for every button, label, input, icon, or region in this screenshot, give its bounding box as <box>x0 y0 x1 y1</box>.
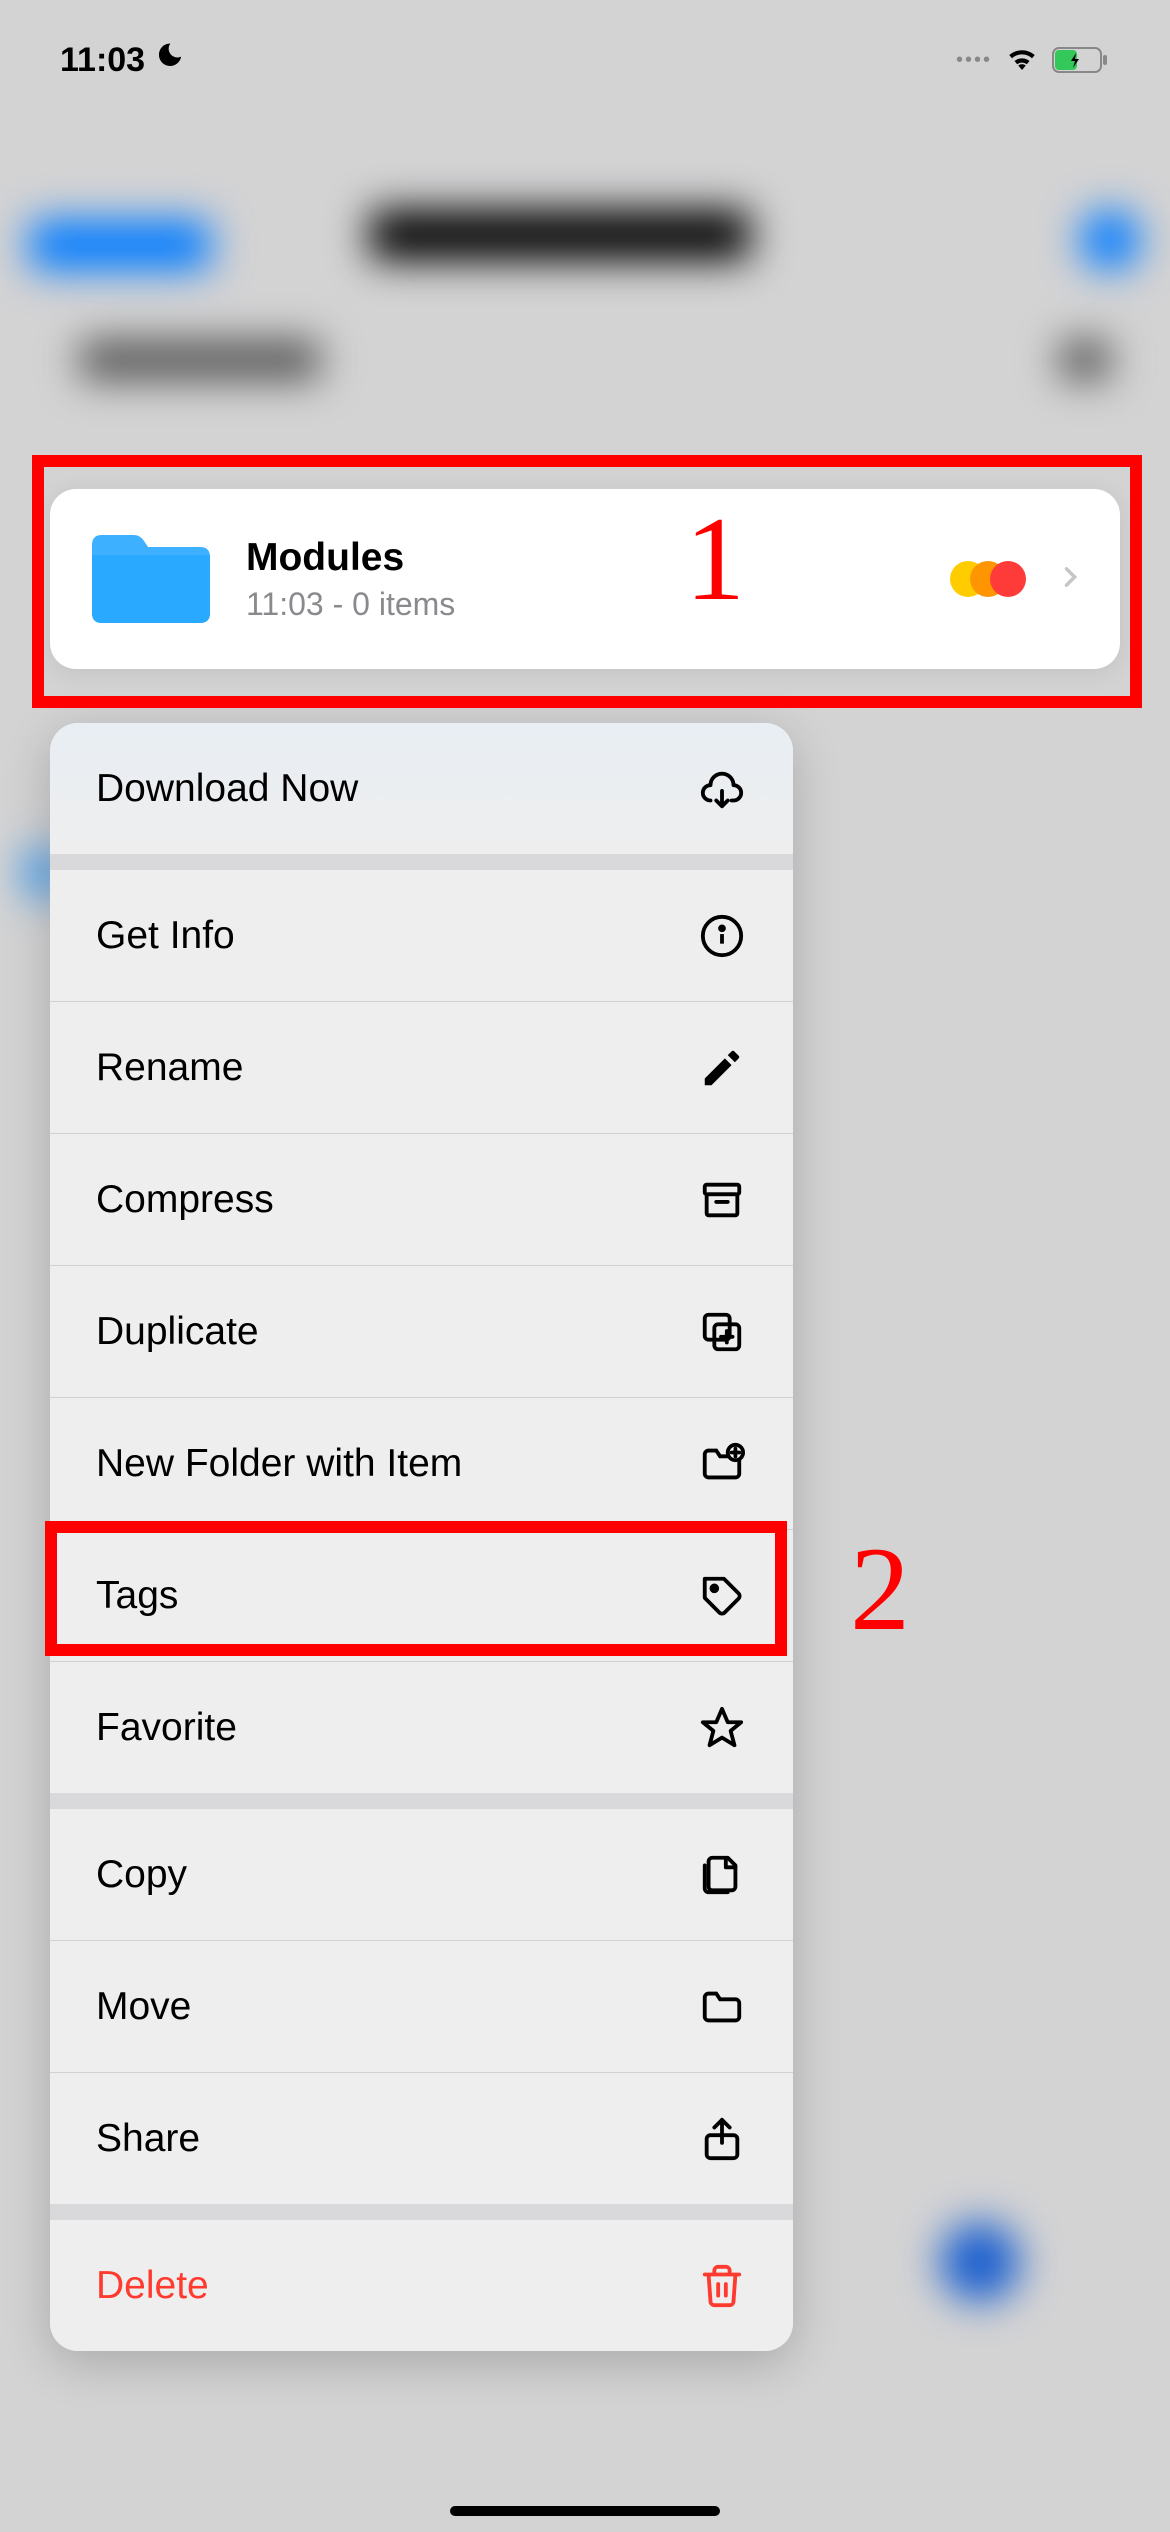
do-not-disturb-icon <box>155 41 185 79</box>
menu-copy[interactable]: Copy <box>50 1809 793 1940</box>
menu-item-label: Favorite <box>96 1706 237 1750</box>
menu-item-label: Delete <box>96 2264 209 2308</box>
duplicate-icon <box>697 1307 747 1357</box>
cellular-dots-icon: •••• <box>956 49 992 72</box>
menu-new-folder-with-item[interactable]: New Folder with Item <box>50 1398 793 1529</box>
folder-move-icon <box>697 1982 747 2032</box>
menu-item-label: Get Info <box>96 914 235 958</box>
menu-compress[interactable]: Compress <box>50 1134 793 1265</box>
menu-item-label: Tags <box>96 1574 178 1618</box>
menu-item-label: Move <box>96 1985 191 2029</box>
menu-item-label: Copy <box>96 1853 187 1897</box>
pencil-icon <box>697 1043 747 1093</box>
annotation-label-1: 1 <box>685 490 745 628</box>
menu-item-label: Compress <box>96 1178 274 1222</box>
menu-item-label: New Folder with Item <box>96 1442 462 1486</box>
menu-delete[interactable]: Delete <box>50 2220 793 2351</box>
battery-charging-icon <box>1052 45 1110 75</box>
menu-rename[interactable]: Rename <box>50 1002 793 1133</box>
menu-favorite[interactable]: Favorite <box>50 1662 793 1793</box>
context-menu: Download Now Get Info Rename Compress Du… <box>50 723 793 2351</box>
archive-icon <box>697 1175 747 1225</box>
menu-item-label: Download Now <box>96 767 358 811</box>
menu-item-label: Share <box>96 2117 200 2161</box>
menu-item-label: Duplicate <box>96 1310 259 1354</box>
copy-document-icon <box>697 1850 747 1900</box>
folder-name: Modules <box>246 536 950 580</box>
trash-icon <box>697 2261 747 2311</box>
menu-item-label: Rename <box>96 1046 243 1090</box>
menu-share[interactable]: Share <box>50 2073 793 2204</box>
tag-indicator <box>950 561 1026 597</box>
chevron-right-icon <box>1056 558 1084 601</box>
tag-icon <box>697 1571 747 1621</box>
menu-tags[interactable]: Tags <box>50 1530 793 1661</box>
menu-download-now[interactable]: Download Now <box>50 723 793 854</box>
menu-duplicate[interactable]: Duplicate <box>50 1266 793 1397</box>
annotation-label-2: 2 <box>850 1520 910 1658</box>
status-bar: 11:03 •••• <box>0 0 1170 120</box>
folder-meta: 11:03 - 0 items <box>246 586 950 623</box>
new-folder-icon <box>697 1439 747 1489</box>
status-time: 11:03 <box>60 41 145 80</box>
folder-icon <box>86 525 216 634</box>
menu-get-info[interactable]: Get Info <box>50 870 793 1001</box>
share-icon <box>697 2114 747 2164</box>
folder-preview-card[interactable]: Modules 11:03 - 0 items <box>50 489 1120 669</box>
menu-move[interactable]: Move <box>50 1941 793 2072</box>
cloud-download-icon <box>697 764 747 814</box>
home-indicator[interactable] <box>450 2506 720 2516</box>
wifi-icon <box>1004 40 1040 81</box>
info-icon <box>697 911 747 961</box>
star-icon <box>697 1703 747 1753</box>
